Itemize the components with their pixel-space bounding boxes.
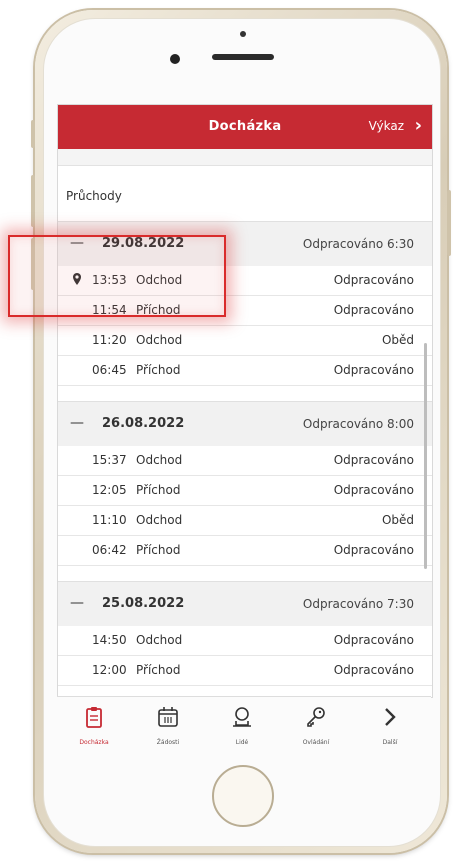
attendance-row[interactable]: 12:00 Příchod Odpracováno [58, 656, 432, 686]
row-status: Odpracováno [333, 663, 414, 677]
row-type: Příchod [136, 543, 181, 557]
annotation-highlight [8, 235, 226, 317]
section-label: Průchody [66, 189, 122, 203]
row-time: 06:45 [92, 363, 127, 377]
day-group-header[interactable]: — 26.08.2022 Odpracováno 8:00 [58, 401, 432, 447]
row-type: Příchod [136, 663, 181, 677]
front-camera [170, 54, 180, 64]
row-type: Odchod [136, 633, 183, 647]
key-icon [307, 707, 325, 727]
day-date: 25.08.2022 [102, 596, 185, 611]
report-link[interactable]: Výkaz [369, 119, 404, 133]
tab-bar: Docházka Žádosti Lidé Ovládání Další [57, 696, 431, 757]
row-status: Odpracováno [333, 543, 414, 557]
tab-attendance[interactable]: Docházka [57, 697, 131, 757]
attendance-row[interactable]: 15:37 Odchod Odpracováno [58, 446, 432, 476]
clipboard-icon [86, 707, 102, 728]
row-type: Odchod [136, 453, 183, 467]
row-status: Odpracováno [333, 273, 414, 287]
day-date: 26.08.2022 [102, 416, 185, 431]
tab-control[interactable]: Ovládání [279, 697, 353, 757]
row-time: 12:00 [92, 663, 127, 677]
calendar-icon [158, 707, 178, 727]
row-time: 11:20 [92, 333, 127, 347]
row-status: Odpracováno [333, 303, 414, 317]
tab-people[interactable]: Lidé [205, 697, 279, 757]
chevron-right-icon[interactable]: › [415, 115, 422, 136]
attendance-row[interactable]: 06:42 Příchod Odpracováno [58, 536, 432, 566]
row-status: Odpracováno [333, 363, 414, 377]
app-header: Docházka Výkaz › [58, 105, 432, 149]
day-worked-total: Odpracováno 7:30 [302, 597, 414, 611]
volume-up-button [31, 175, 35, 227]
attendance-row[interactable]: 12:05 Příchod Odpracováno [58, 476, 432, 506]
row-status: Odpracováno [333, 483, 414, 497]
mute-switch [31, 120, 35, 148]
row-time: 15:37 [92, 453, 127, 467]
attendance-row[interactable]: 11:20 Odchod Oběd [58, 326, 432, 356]
row-time: 12:05 [92, 483, 127, 497]
person-icon [233, 707, 251, 727]
tab-label: Docházka [79, 739, 109, 746]
tab-label: Žádosti [156, 739, 180, 746]
chevron-right-icon [385, 708, 396, 726]
row-time: 14:50 [92, 633, 127, 647]
row-time: 11:10 [92, 513, 127, 527]
tab-label: Další [382, 739, 398, 746]
tab-more[interactable]: Další [353, 697, 427, 757]
day-worked-total: Odpracováno 8:00 [302, 417, 414, 431]
tab-requests[interactable]: Žádosti [131, 697, 205, 757]
row-status: Odpracováno [333, 633, 414, 647]
tab-label: Lidé [235, 739, 249, 746]
proximity-sensor [240, 31, 246, 37]
collapse-icon[interactable]: — [70, 595, 84, 611]
day-worked-total: Odpracováno 6:30 [302, 237, 414, 251]
scrollbar[interactable] [424, 343, 427, 569]
day-group-header[interactable]: — 25.08.2022 Odpracováno 7:30 [58, 581, 432, 627]
row-type: Příchod [136, 363, 181, 377]
row-status: Odpracováno [333, 453, 414, 467]
row-status: Oběd [381, 333, 414, 347]
attendance-row[interactable]: 06:45 Příchod Odpracováno [58, 356, 432, 386]
header-spacer [58, 149, 432, 166]
power-button [447, 190, 451, 256]
app-screen: Docházka Výkaz › Průchody — 29.08.2022 O… [57, 104, 433, 698]
collapse-icon[interactable]: — [70, 415, 84, 431]
earpiece-speaker [212, 54, 274, 60]
home-button[interactable] [212, 765, 274, 827]
attendance-row[interactable]: 11:10 Odchod Oběd [58, 506, 432, 536]
row-type: Odchod [136, 333, 183, 347]
attendance-row[interactable]: 14:50 Odchod Odpracováno [58, 626, 432, 656]
row-status: Oběd [381, 513, 414, 527]
tab-label: Ovládání [302, 739, 330, 746]
row-type: Příchod [136, 483, 181, 497]
row-time: 06:42 [92, 543, 127, 557]
row-type: Odchod [136, 513, 183, 527]
